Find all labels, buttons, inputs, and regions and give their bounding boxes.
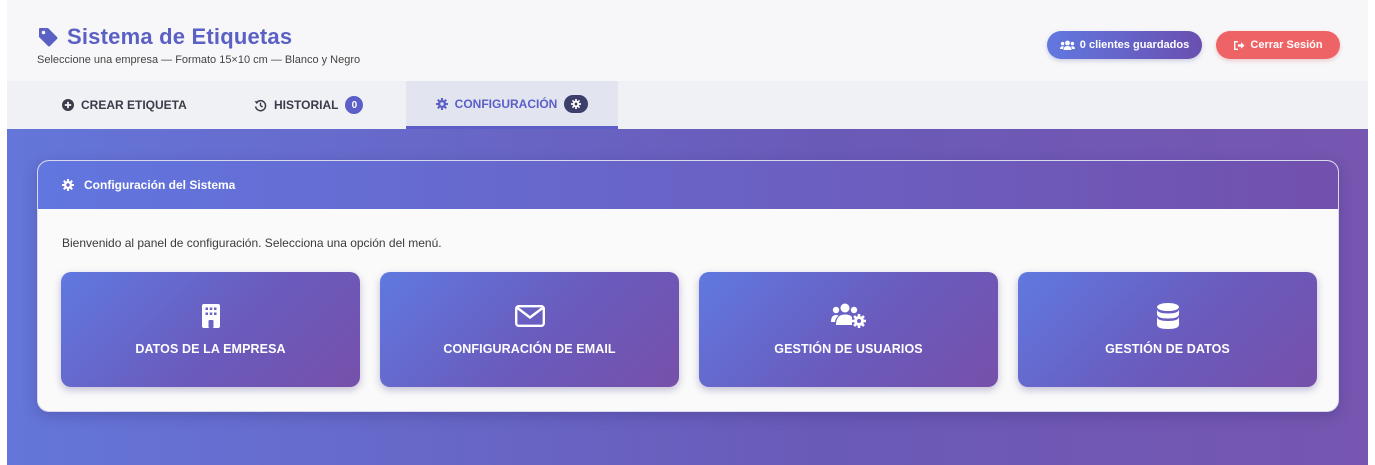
tab-bar: CREAR ETIQUETA HISTORIAL 0 CONFIGURACIÓN	[7, 81, 1368, 129]
building-icon	[201, 302, 220, 330]
users-cog-icon	[830, 302, 867, 330]
users-icon	[1059, 40, 1075, 51]
tab-label: CONFIGURACIÓN	[454, 96, 558, 111]
tab-label: HISTORIAL	[274, 98, 339, 112]
tab-label: CREAR ETIQUETA	[81, 98, 187, 112]
tile-datos-empresa[interactable]: DATOS DE LA EMPRESA	[61, 272, 360, 387]
panel-header: Configuración del Sistema	[38, 161, 1338, 209]
plus-circle-icon	[62, 99, 74, 111]
tile-label: DATOS DE LA EMPRESA	[135, 342, 286, 356]
history-count-badge: 0	[345, 96, 364, 114]
envelope-icon	[514, 302, 545, 330]
main-content: Configuración del Sistema Bienvenido al …	[7, 129, 1368, 465]
panel-intro: Bienvenido al panel de configuración. Se…	[62, 236, 442, 250]
panel-title: Configuración del Sistema	[84, 178, 236, 192]
tab-crear-etiqueta[interactable]: CREAR ETIQUETA	[62, 81, 187, 129]
tab-historial[interactable]: HISTORIAL 0	[254, 81, 364, 129]
gear-icon	[62, 179, 74, 191]
tab-configuracion[interactable]: CONFIGURACIÓN	[406, 81, 618, 129]
app-subtitle: Seleccione una empresa — Formato 15×10 c…	[37, 54, 361, 66]
sign-out-icon	[1233, 40, 1245, 51]
tile-label: GESTIÓN DE DATOS	[1105, 342, 1230, 356]
tile-configuracion-email[interactable]: CONFIGURACIÓN DE EMAIL	[380, 272, 679, 387]
tile-gestion-datos[interactable]: GESTIÓN DE DATOS	[1018, 272, 1317, 387]
tag-icon	[37, 26, 59, 48]
app-header: Sistema de Etiquetas Seleccione una empr…	[7, 0, 1368, 81]
settings-panel: Configuración del Sistema Bienvenido al …	[37, 160, 1339, 412]
app-title: Sistema de Etiquetas	[67, 24, 293, 49]
history-icon	[254, 99, 267, 112]
tile-gestion-usuarios[interactable]: GESTIÓN DE USUARIOS	[699, 272, 998, 387]
gear-icon	[571, 98, 582, 109]
logout-button[interactable]: Cerrar Sesión	[1216, 31, 1340, 59]
tile-label: GESTIÓN DE USUARIOS	[774, 342, 923, 356]
settings-badge	[564, 94, 589, 113]
logout-label: Cerrar Sesión	[1250, 39, 1323, 51]
gear-icon	[435, 97, 448, 110]
app-window: Sistema de Etiquetas Seleccione una empr…	[7, 0, 1368, 465]
tile-label: CONFIGURACIÓN DE EMAIL	[443, 342, 616, 356]
database-icon	[1156, 302, 1179, 330]
saved-clients-label: 0 clientes guardados	[1079, 39, 1190, 51]
saved-clients-button[interactable]: 0 clientes guardados	[1047, 31, 1202, 59]
title-row: Sistema de Etiquetas	[37, 24, 292, 50]
